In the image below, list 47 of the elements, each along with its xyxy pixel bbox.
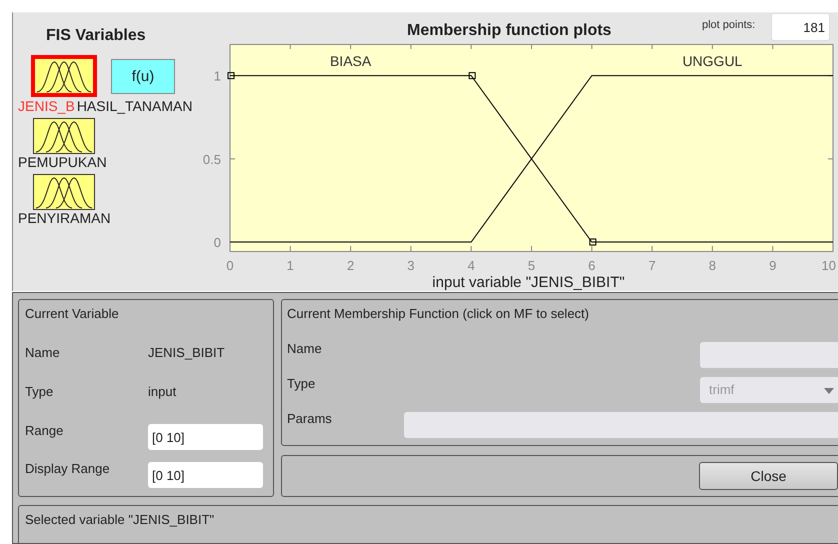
plot-title: Membership function plots [407, 22, 612, 40]
mf-label[interactable]: UNGGUL [682, 53, 742, 69]
field-label: Name [25, 345, 60, 360]
x-tick-label: 4 [468, 258, 475, 273]
field-label: Range [25, 423, 64, 438]
membership-curves[interactable] [230, 75, 834, 243]
variable-label: JENIS_B [18, 98, 75, 114]
field-label: Name [287, 341, 322, 356]
status-text: Selected variable "JENIS_BIBIT" [25, 512, 214, 527]
x-tick-label: 3 [407, 258, 415, 273]
x-tick-label: 10 [822, 258, 836, 273]
variable-label: PENYIRAMAN [18, 210, 111, 226]
variable-label: PEMUPUKAN [18, 154, 107, 170]
dropdown-caret-icon [824, 387, 834, 395]
y-tick-label: 0.5 [202, 152, 221, 167]
field-label: plot points: [702, 19, 756, 31]
handles-drawing[interactable] [228, 72, 596, 246]
output-variable-button[interactable]: f(u) [111, 58, 175, 94]
x-tick-label: 9 [769, 258, 776, 273]
range-field[interactable]: [0 10] [148, 424, 263, 450]
field-label: Params [287, 411, 332, 426]
input-variable-button[interactable] [33, 118, 95, 154]
input-variable-button[interactable] [31, 55, 97, 97]
range-field[interactable]: [0 10] [148, 462, 263, 488]
plot-points-field[interactable]: 181 [771, 13, 830, 41]
x-tick-label: 0 [226, 258, 234, 273]
panel-title: Current Variable [25, 306, 119, 321]
panel-title: Current Membership Function (click on MF to select) [287, 306, 589, 321]
field-value: JENIS_BIBIT [148, 345, 225, 360]
x-tick-label: 8 [708, 258, 716, 273]
x-tick-label: 5 [528, 258, 536, 273]
y-tick-label: 1 [214, 68, 221, 84]
x-tick-label: 6 [588, 258, 596, 273]
close-button[interactable]: Close [699, 462, 838, 490]
field-label: Type [287, 376, 316, 391]
variable-label: HASIL_TANAMAN [76, 98, 192, 114]
panel-title: FIS Variables [46, 27, 146, 45]
field-label: Display Range [25, 461, 110, 476]
field-value: input [148, 384, 176, 399]
x-tick-label: 1 [286, 258, 294, 273]
field-label: Type [25, 384, 54, 399]
mf-label[interactable]: BIASA [330, 53, 372, 69]
x-tick-label: 2 [346, 258, 354, 273]
y-tick-label: 0 [214, 235, 221, 250]
input-variable-button[interactable] [33, 174, 95, 210]
x-tick-label: 7 [648, 258, 656, 273]
axis-label: input variable "JENIS_BIBIT" [432, 274, 625, 291]
